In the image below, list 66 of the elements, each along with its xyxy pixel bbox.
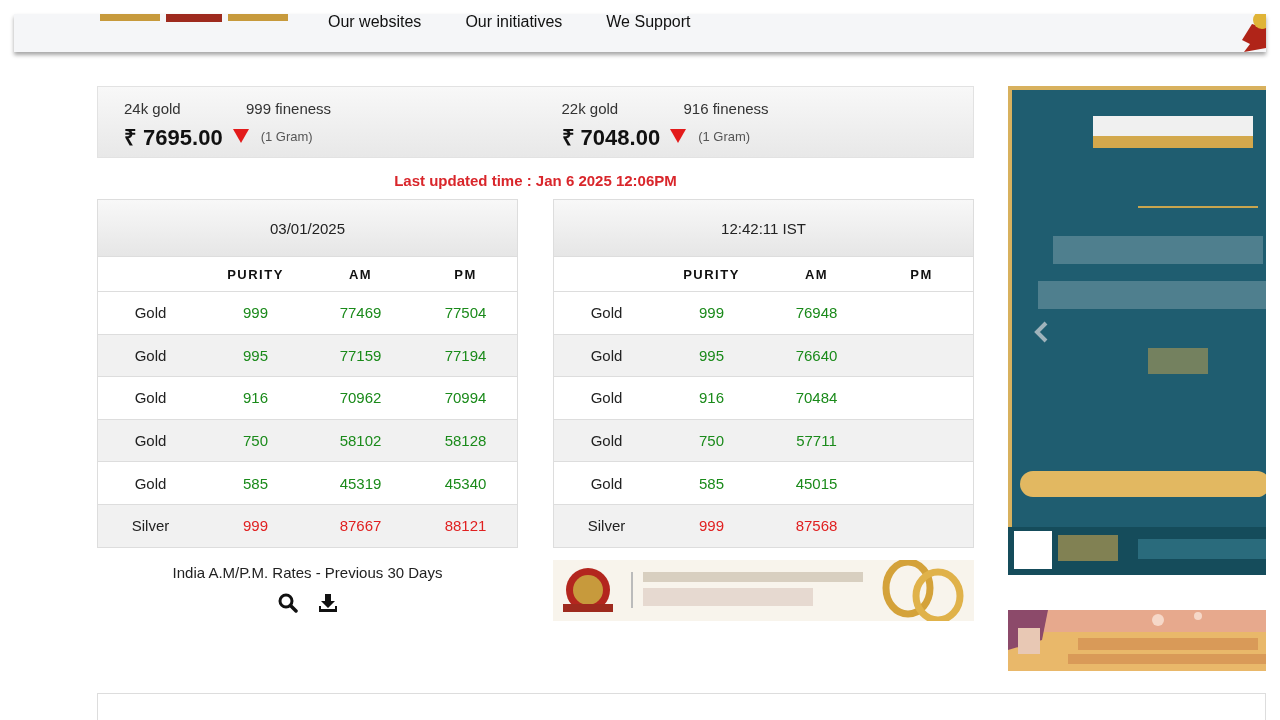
fineness-label: 999 fineness [246,100,332,117]
table-title: 03/01/2025 [269,219,346,237]
karat-label: 24k gold [124,100,182,117]
table-cell-text: 995 [242,346,269,364]
column-header: PM [909,266,934,282]
table-cell-text: 76640 [794,346,839,364]
table-cell-text: 750 [242,432,269,450]
table-cell-text: 999 [698,517,725,535]
nav-menu-item[interactable]: We Support [606,14,691,30]
column-header: PURITY [682,266,741,282]
table-cell-text: 77194 [443,346,488,364]
table-cell-text: Gold [133,304,168,322]
table-cell-text: Gold [589,346,624,364]
history-link[interactable]: India A.M/P.M. Rates - Previous 30 Days [172,563,443,581]
nav-menu-item[interactable]: Our websites [328,14,422,30]
download-icon[interactable] [317,592,338,613]
table-title: 12:42:11 IST [721,219,806,237]
table-cell-text: Gold [133,346,168,364]
search-icon[interactable] [277,592,298,613]
table-cell-text: 77504 [443,304,488,322]
table-cell-text: 88121 [443,517,488,535]
table-cell-text: 58128 [443,432,488,450]
fineness-label: 916 fineness [683,100,769,117]
table-cell-text: Gold [589,389,624,407]
table-cell-text: Gold [589,304,624,322]
unit-label: (1 Gram) [698,128,751,144]
table-cell-text: 76948 [794,304,839,322]
table-cell-text: Gold [589,432,624,450]
table-cell-text: 45015 [794,474,839,492]
column-header: AM [803,266,830,282]
table-cell-text: 70962 [338,389,383,407]
column-header: PM [453,266,478,282]
table-cell-text: Silver [586,517,627,535]
table-cell-text: 750 [698,432,725,450]
table-cell-text: 70484 [794,389,839,407]
table-cell-text: 58102 [338,432,383,450]
table-cell-text: 77159 [338,346,383,364]
last-updated-text: Last updated time : Jan 6 2025 12:06PM [394,172,677,189]
karat-label: 22k gold [561,100,620,117]
table-cell-text: 77469 [338,304,383,322]
table-cell-text: 995 [698,346,725,364]
price-value: ₹ 7048.00 [561,124,661,151]
table-cell-text: 585 [242,474,269,492]
table-cell-text: Gold [589,474,624,492]
column-header: PURITY [226,266,285,282]
logo-icon[interactable] [100,14,288,24]
table-cell-text: 87568 [794,517,839,535]
table-cell-text: 87667 [338,517,383,535]
nav-menu-item[interactable]: Our initiatives [465,14,563,30]
table-cell-text: 999 [242,304,269,322]
price-value: ₹ 7695.00 [124,124,223,151]
unit-label: (1 Gram) [260,128,313,144]
table-cell-text: 70994 [443,389,488,407]
table-cell-text: 999 [242,517,269,535]
table-cell-text: Gold [133,432,168,450]
table-cell-text: 45340 [443,474,488,492]
table-cell-text: 999 [698,304,725,322]
column-header: AM [347,266,374,282]
table-cell-text: Gold [133,474,168,492]
table-cell-text: 585 [698,474,725,492]
table-cell-text: Gold [133,389,168,407]
table-cell-text: 916 [698,389,725,407]
table-cell-text: 45319 [338,474,383,492]
table-cell-text: 57711 [795,432,838,450]
table-cell-text: 916 [242,389,269,407]
table-cell-text: Silver [130,517,171,535]
